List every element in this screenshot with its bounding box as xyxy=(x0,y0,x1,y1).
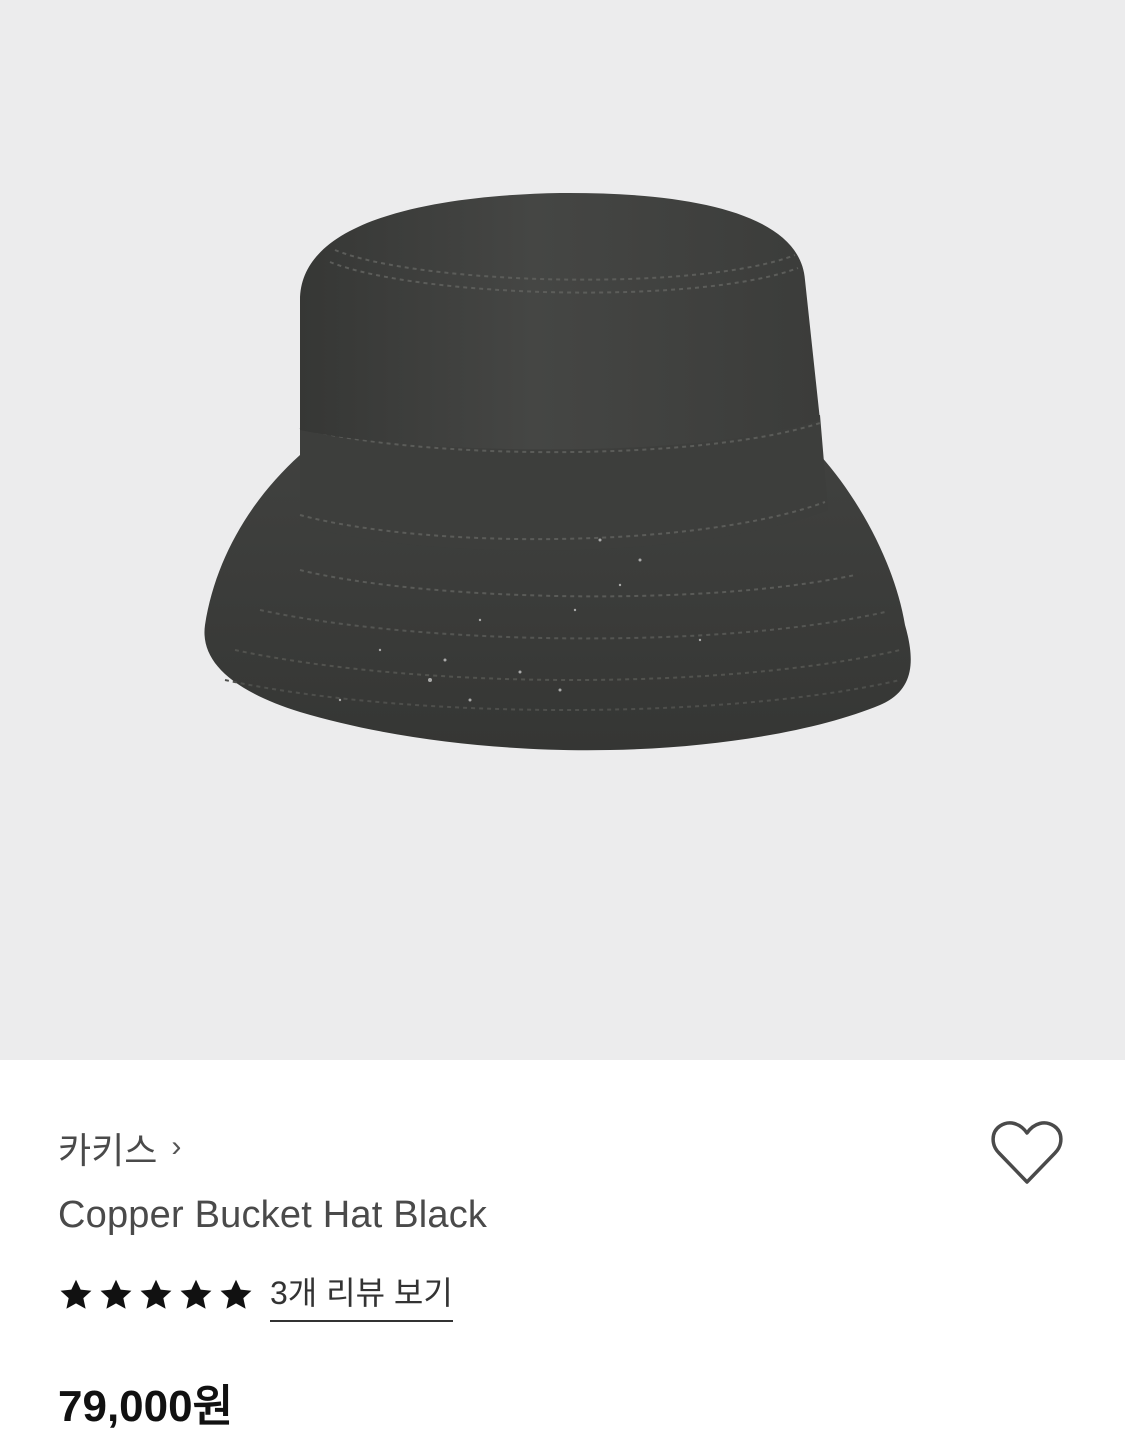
rating-row: 3개 리뷰 보기 xyxy=(58,1268,453,1322)
product-info-panel: 카키스 › Copper Bucket Hat Black 3개 리뷰 보기 7… xyxy=(0,1060,1125,1446)
star-filled-icon xyxy=(220,1279,252,1309)
wishlist-button[interactable] xyxy=(990,1120,1064,1186)
product-image[interactable] xyxy=(0,0,1125,1060)
product-name: Copper Bucket Hat Black xyxy=(58,1194,488,1236)
star-filled-icon xyxy=(100,1279,132,1309)
star-rating xyxy=(58,1277,254,1313)
bucket-hat-image xyxy=(204,192,911,751)
product-price: 79,000원 xyxy=(58,1382,234,1431)
chevron-right-icon: › xyxy=(171,1130,182,1163)
view-reviews-link[interactable]: 3개 리뷰 보기 xyxy=(270,1268,453,1322)
brand-link[interactable]: 카키스 › xyxy=(58,1122,181,1174)
star-filled-icon xyxy=(140,1279,172,1309)
star-filled-icon xyxy=(60,1279,92,1309)
heart-outline-icon xyxy=(991,1121,1063,1184)
brand-name: 카키스 xyxy=(58,1130,158,1171)
star-filled-icon xyxy=(180,1279,212,1309)
